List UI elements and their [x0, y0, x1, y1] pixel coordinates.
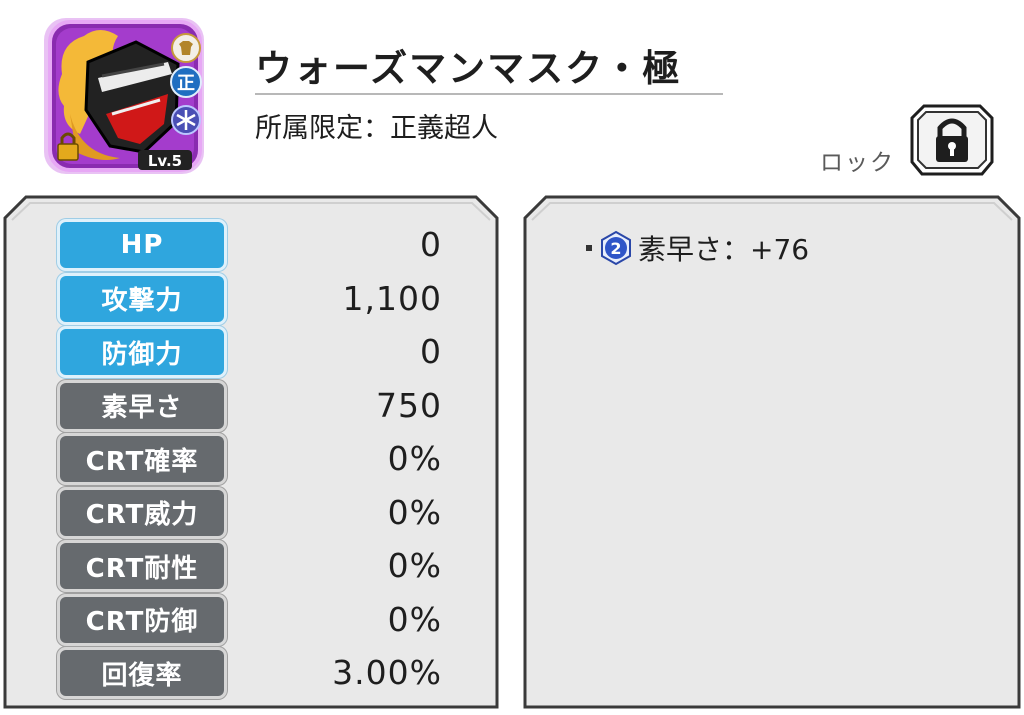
stat-label: 素早さ	[60, 382, 224, 429]
attribute-badge: 正	[170, 66, 202, 98]
stat-label: CRT確率	[60, 436, 224, 482]
stat-row: CRT防御 0%	[2, 596, 500, 643]
stat-row: CRT耐性 0%	[2, 543, 500, 589]
stat-label: CRT威力	[60, 489, 224, 536]
stat-row: 素早さ 750	[2, 382, 500, 429]
item-icon[interactable]: 正 Lv.5	[40, 14, 208, 176]
skill-text: 素早さ：+76	[638, 233, 810, 266]
snowflake-icon	[171, 105, 201, 135]
equipment-type-icon	[171, 33, 201, 63]
stats-panel: HP 0 攻撃力 1,100 防御力 0 素早さ 750 CRT確率 0% CRT威力 0% CRT耐性…	[2, 194, 500, 710]
stat-value: 0%	[387, 599, 442, 639]
padlock-icon	[910, 104, 994, 176]
stat-label: HP	[60, 222, 224, 268]
stat-label: CRT耐性	[60, 543, 224, 589]
item-affiliation: 所属限定：正義超人	[255, 113, 498, 144]
stat-row: 攻撃力 1,100	[2, 275, 500, 322]
svg-text:正: 正	[177, 73, 195, 94]
stat-row: 防御力 0	[2, 329, 500, 375]
stat-value: 0%	[387, 546, 442, 585]
stat-value: 0%	[387, 439, 442, 478]
lock-button[interactable]	[910, 104, 994, 178]
skill-level-badge-icon: 2	[598, 230, 634, 266]
stat-value: 0	[420, 332, 442, 371]
stat-row: HP 0	[2, 222, 500, 268]
stat-value: 0	[420, 225, 442, 264]
stat-value: 0%	[387, 492, 442, 532]
stat-row: CRT確率 0%	[2, 436, 500, 482]
skills-panel: 2 素早さ：+76	[522, 194, 1022, 710]
stat-label: CRT防御	[60, 596, 224, 643]
svg-text:2: 2	[610, 239, 621, 258]
stat-value: 3.00%	[332, 653, 442, 692]
title-divider	[255, 93, 723, 95]
item-level: Lv.5	[148, 152, 182, 170]
skill-line: 2 素早さ：+76	[586, 228, 809, 268]
stat-label: 防御力	[60, 329, 224, 375]
stat-row: CRT威力 0%	[2, 489, 500, 536]
stat-label: 攻撃力	[60, 275, 224, 322]
stat-value: 750	[376, 385, 442, 425]
stat-row: 回復率 3.00%	[2, 650, 500, 696]
item-title: ウォーズマンマスク・極	[255, 47, 682, 90]
stat-value: 1,100	[342, 278, 442, 318]
bullet	[586, 245, 592, 251]
lock-label: ロック	[820, 150, 895, 176]
stat-label: 回復率	[60, 650, 224, 696]
